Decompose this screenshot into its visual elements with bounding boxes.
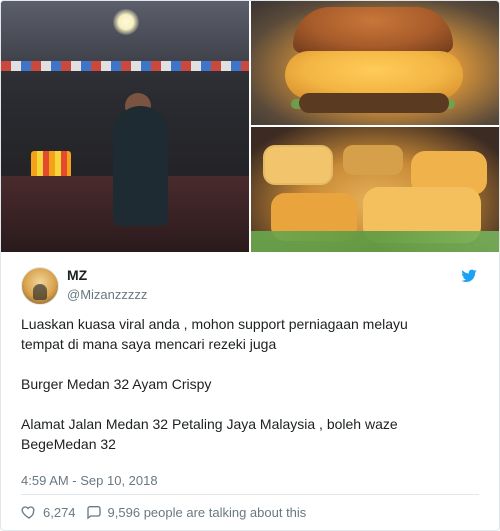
reply-action[interactable]: 9,596 people are talking about this (86, 504, 307, 520)
stall-decorations (1, 61, 249, 71)
tweet-photo-burger-closeup[interactable] (251, 1, 499, 125)
burger-patty (299, 93, 449, 113)
like-action[interactable]: 6,274 (21, 504, 76, 520)
comment-bubble-icon (86, 506, 101, 520)
tweet-body: MZ @Mizanzzzzz Luaskan kuasa viral anda … (1, 252, 499, 530)
tweet-actions: 6,274 9,596 people are talking about thi… (21, 502, 306, 522)
burger-bun (293, 7, 453, 53)
tweet-photo-burgers-on-grill[interactable] (251, 127, 499, 252)
heart-icon (21, 506, 35, 519)
twitter-bird-icon[interactable] (459, 268, 479, 284)
tweet-text: Luaskan kuasa viral anda , mohon support… (21, 316, 408, 452)
talking-about-text[interactable]: 9,596 people are talking about this (108, 505, 307, 520)
user-handle[interactable]: @Mizanzzzzz (67, 287, 147, 303)
burger-1 (263, 145, 333, 185)
embedded-tweet-card: MZ @Mizanzzzzz Luaskan kuasa viral anda … (0, 0, 500, 531)
user-avatar[interactable] (21, 267, 59, 305)
divider (21, 494, 479, 495)
tweet-timestamp[interactable]: 4:59 AM - Sep 10, 2018 (21, 473, 158, 489)
lettuce-layer (251, 231, 499, 252)
burger-2 (343, 145, 403, 175)
user-display-name[interactable]: MZ (67, 267, 87, 283)
vendor-person (113, 106, 168, 226)
tweet-media-grid[interactable] (1, 1, 499, 252)
like-count: 6,274 (43, 504, 76, 520)
burger-cheese-sauce (285, 51, 463, 99)
tweet-photo-stall[interactable] (1, 1, 249, 252)
stall-lamp (113, 9, 139, 35)
